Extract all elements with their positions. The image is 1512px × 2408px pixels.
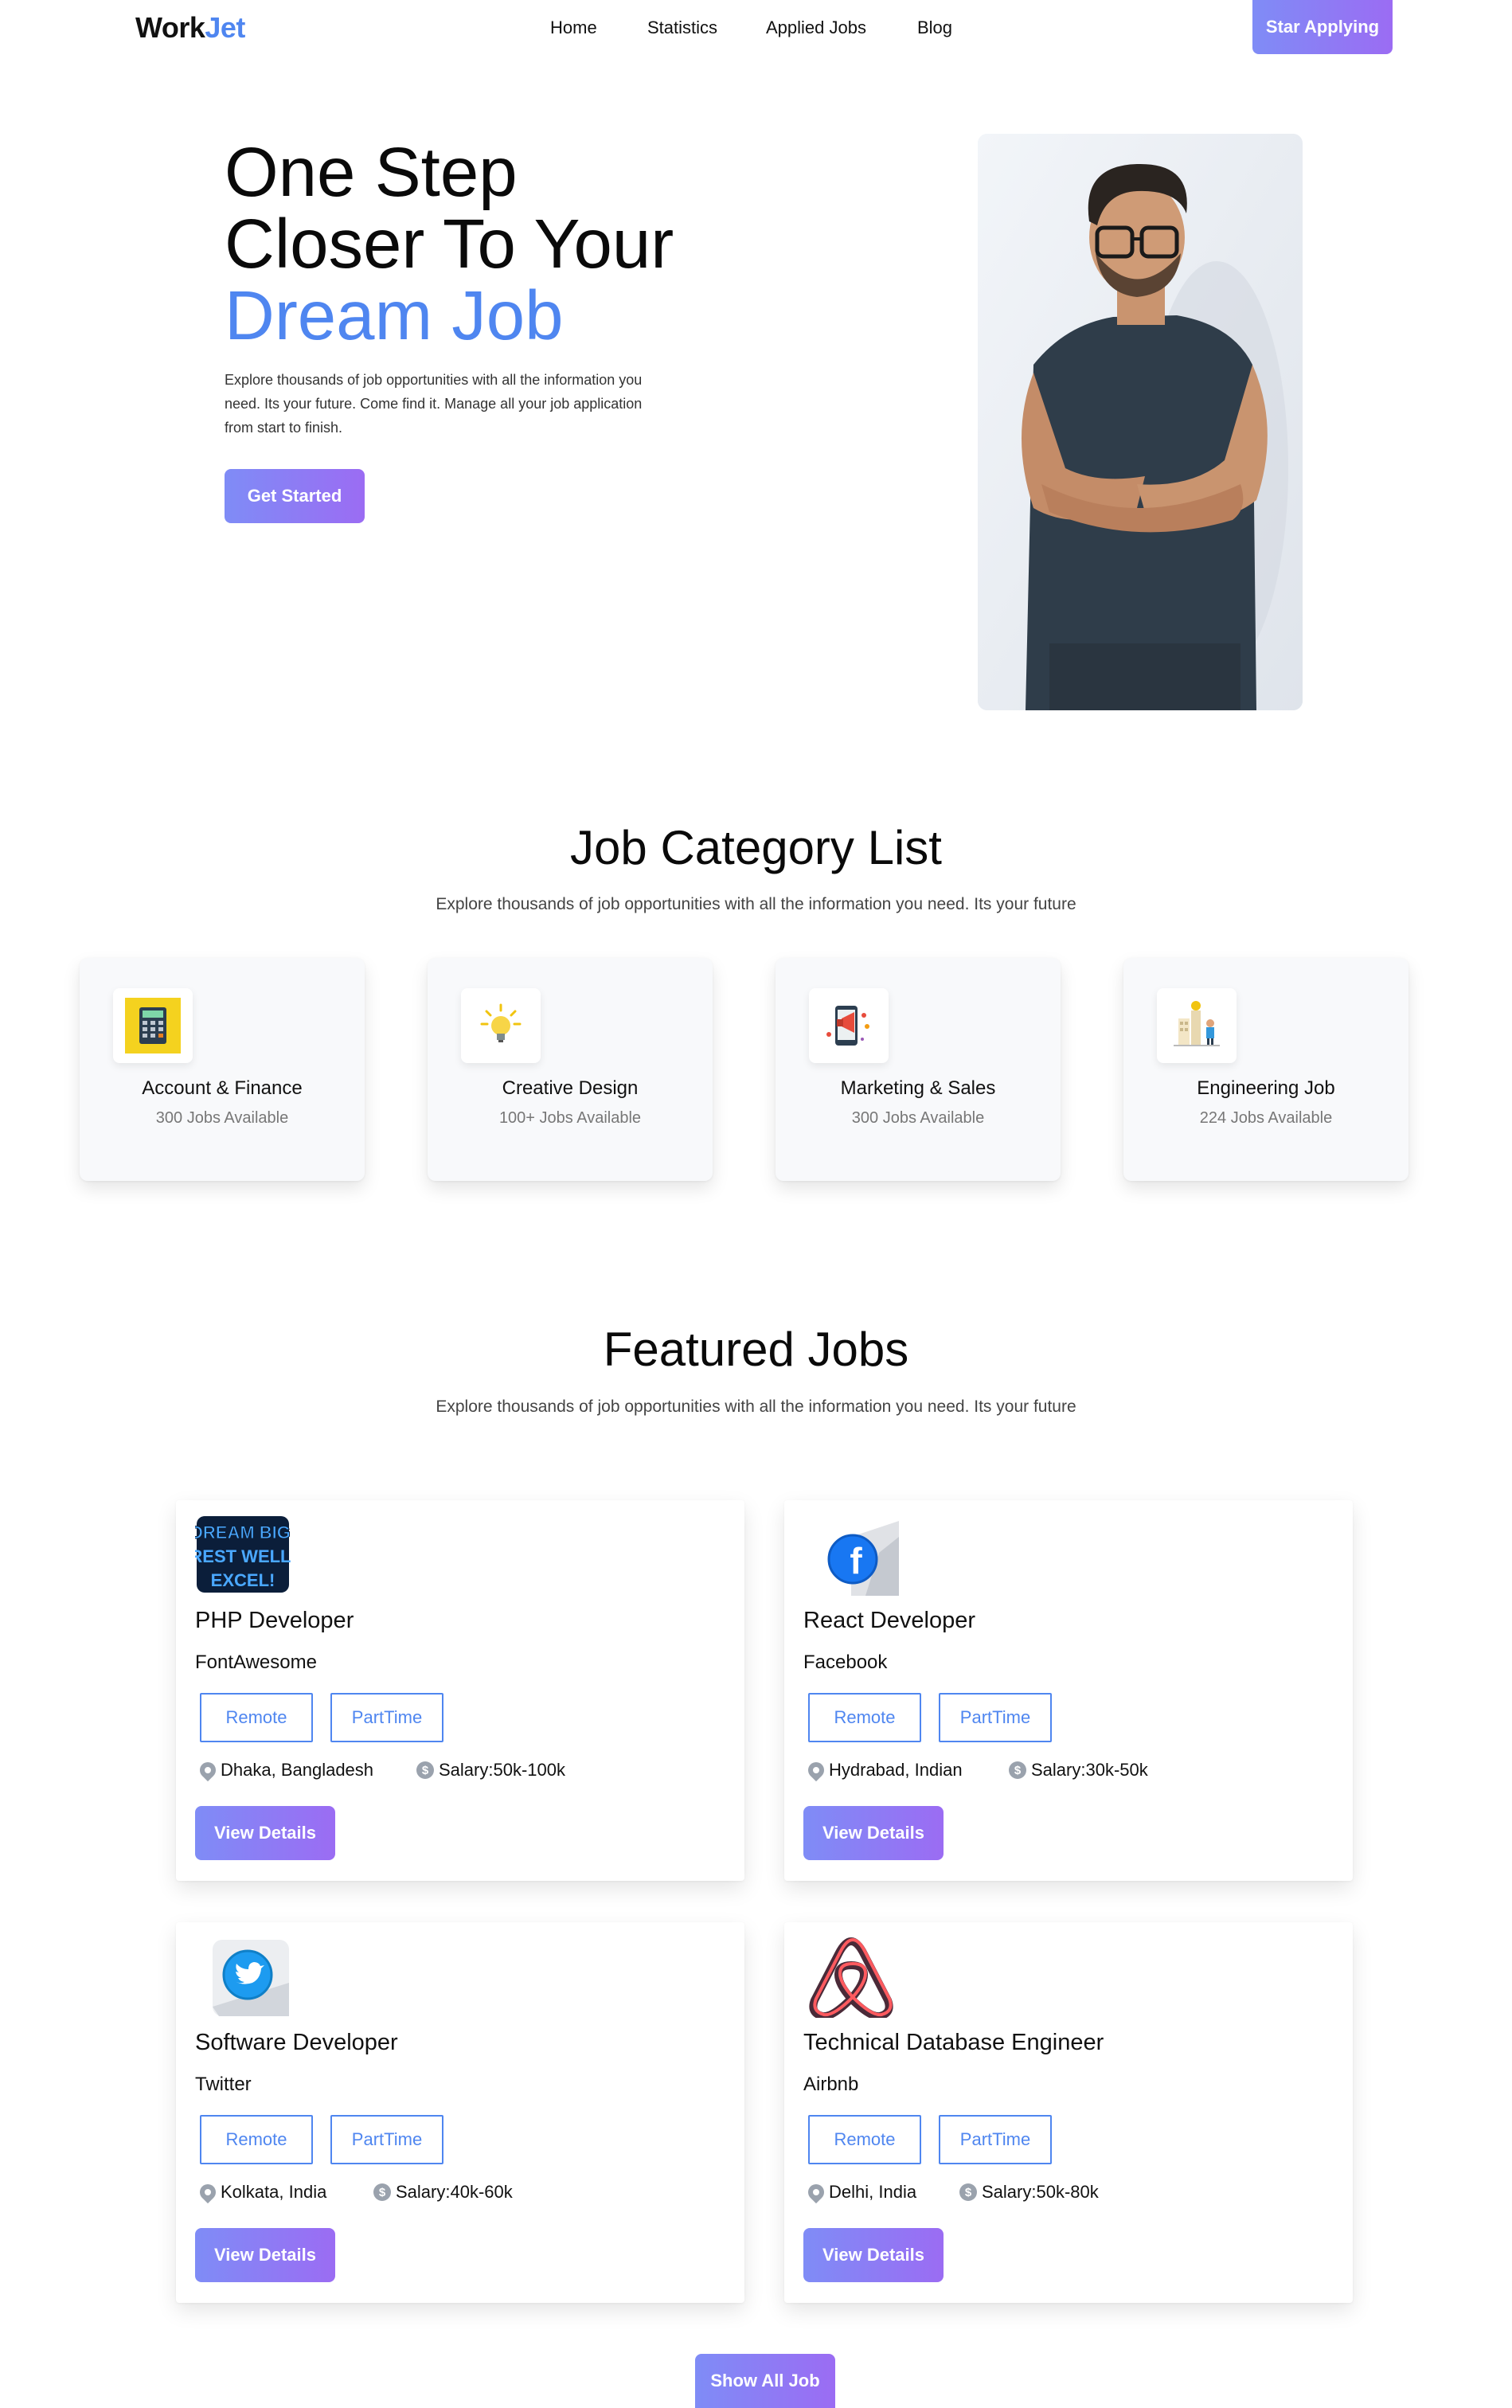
location-text: Kolkata, India: [221, 2182, 327, 2202]
job-card-react-developer: f React Developer Facebook Remote PartTi…: [784, 1500, 1353, 1881]
hero-title-line2: Closer To Your: [225, 205, 674, 283]
category-section-title: Job Category List: [570, 821, 942, 874]
category-name: Account & Finance: [142, 1077, 303, 1099]
category-name: Marketing & Sales: [840, 1077, 996, 1099]
logo-text-line: DREAM BIG,: [195, 1523, 291, 1542]
hero-title-highlight: Dream Job: [225, 277, 564, 354]
view-details-button[interactable]: View Details: [195, 1806, 335, 1860]
engineer-icon: [1157, 988, 1237, 1063]
job-title: React Developer: [803, 1608, 975, 1633]
job-company: Facebook: [803, 1652, 888, 1673]
logo-text-line: EXCEL!: [211, 1570, 275, 1590]
location-pin-icon: [196, 2180, 220, 2204]
category-card-creative-design[interactable]: Creative Design 100+ Jobs Available: [428, 958, 713, 1181]
salary-text: Salary:40k-60k: [396, 2182, 513, 2202]
nav-home[interactable]: Home: [550, 18, 597, 38]
tag-remote[interactable]: Remote: [808, 2115, 921, 2164]
company-logo: DREAM BIG, REST WELL, EXCEL!: [189, 1513, 296, 1596]
category-name: Creative Design: [502, 1077, 639, 1099]
tag-parttime[interactable]: PartTime: [330, 2115, 443, 2164]
job-company: FontAwesome: [195, 1652, 317, 1673]
job-card-software-developer: Software Developer Twitter Remote PartTi…: [176, 1922, 744, 2303]
job-location: Kolkata, India: [196, 2180, 327, 2204]
hero-title-line1: One Step: [225, 134, 518, 211]
job-title: PHP Developer: [195, 1608, 354, 1633]
location-pin-icon: [804, 2180, 828, 2204]
featured-section-subtitle: Explore thousands of job opportunities w…: [436, 1398, 1076, 1416]
category-name: Engineering Job: [1197, 1077, 1335, 1099]
dollar-icon: $: [959, 2183, 977, 2201]
location-text: Delhi, India: [829, 2182, 917, 2202]
category-count: 300 Jobs Available: [851, 1109, 985, 1127]
airbnb-logo-icon: [803, 1935, 899, 2021]
hero-photo: [978, 134, 1303, 710]
job-location: Dhaka, Bangladesh: [196, 1758, 374, 1782]
get-started-button[interactable]: Get Started: [225, 469, 365, 523]
featured-section-title: Featured Jobs: [603, 1323, 909, 1376]
category-count: 100+ Jobs Available: [498, 1109, 642, 1127]
category-section-subtitle: Explore thousands of job opportunities w…: [436, 895, 1076, 913]
job-salary: $ Salary:30k-50k: [1009, 1760, 1148, 1781]
job-salary: $ Salary:50k-80k: [959, 2182, 1099, 2203]
category-card-marketing-sales[interactable]: Marketing & Sales 300 Jobs Available: [776, 958, 1061, 1181]
dollar-icon: $: [373, 2183, 391, 2201]
view-details-button[interactable]: View Details: [803, 2228, 944, 2282]
salary-text: Salary:50k-100k: [439, 1760, 565, 1780]
category-card-engineering[interactable]: Engineering Job 224 Jobs Available: [1123, 958, 1408, 1181]
tag-remote[interactable]: Remote: [200, 1693, 313, 1742]
lightbulb-icon: [461, 988, 541, 1063]
view-details-button[interactable]: View Details: [195, 2228, 335, 2282]
job-salary: $ Salary:50k-100k: [416, 1760, 565, 1781]
nav-statistics[interactable]: Statistics: [647, 18, 717, 38]
hero-description: Explore thousands of job opportunities w…: [225, 372, 643, 436]
nav-blog[interactable]: Blog: [917, 18, 952, 38]
tag-remote[interactable]: Remote: [808, 1693, 921, 1742]
tag-parttime[interactable]: PartTime: [939, 1693, 1052, 1742]
view-details-button[interactable]: View Details: [803, 1806, 944, 1860]
job-title: Software Developer: [195, 2030, 398, 2055]
category-count: 300 Jobs Available: [155, 1109, 289, 1127]
logo-accent: Jet: [205, 11, 245, 44]
job-location: Hydrabad, Indian: [804, 1758, 963, 1782]
logo[interactable]: WorkJet: [135, 11, 245, 45]
tag-parttime[interactable]: PartTime: [939, 2115, 1052, 2164]
salary-text: Salary:50k-80k: [982, 2182, 1099, 2202]
start-applying-button[interactable]: Star Applying: [1252, 0, 1393, 54]
salary-text: Salary:30k-50k: [1031, 1760, 1148, 1780]
location-text: Dhaka, Bangladesh: [221, 1760, 374, 1780]
logo-main: Work: [135, 11, 205, 44]
svg-text:f: f: [850, 1540, 862, 1581]
megaphone-icon: [809, 988, 889, 1063]
job-salary: $ Salary:40k-60k: [373, 2182, 513, 2203]
location-text: Hydrabad, Indian: [829, 1760, 963, 1780]
hero-title: One Step Closer To Your Dream Job: [225, 137, 674, 352]
nav-applied-jobs[interactable]: Applied Jobs: [766, 18, 866, 38]
job-card-technical-database-engineer: Technical Database Engineer Airbnb Remot…: [784, 1922, 1353, 2303]
tag-remote[interactable]: Remote: [200, 2115, 313, 2164]
location-pin-icon: [804, 1758, 828, 1782]
job-company: Twitter: [195, 2074, 252, 2095]
twitter-logo-icon: [195, 1935, 291, 2018]
category-card-account-finance[interactable]: Account & Finance 300 Jobs Available: [80, 958, 365, 1181]
logo-text-line: REST WELL,: [195, 1546, 291, 1566]
dollar-icon: $: [1009, 1761, 1026, 1779]
category-count: 224 Jobs Available: [1199, 1109, 1333, 1127]
show-all-jobs-button[interactable]: Show All Job: [695, 2354, 835, 2408]
location-pin-icon: [196, 1758, 220, 1782]
facebook-logo-icon: f: [803, 1513, 899, 1596]
job-location: Delhi, India: [804, 2180, 917, 2204]
calculator-icon: [113, 988, 193, 1063]
job-company: Airbnb: [803, 2074, 859, 2095]
tag-parttime[interactable]: PartTime: [330, 1693, 443, 1742]
job-title: Technical Database Engineer: [803, 2030, 1104, 2055]
dollar-icon: $: [416, 1761, 434, 1779]
job-card-php-developer: DREAM BIG, REST WELL, EXCEL! PHP Develop…: [176, 1500, 744, 1881]
